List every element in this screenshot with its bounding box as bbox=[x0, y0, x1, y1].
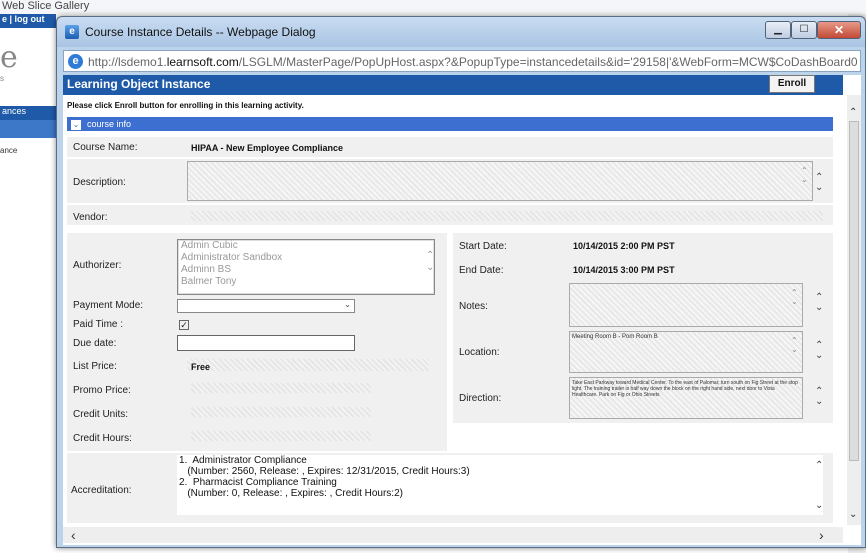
app-logo: e bbox=[0, 40, 18, 75]
paid-time-label: Paid Time : bbox=[73, 319, 124, 330]
direction-scroll[interactable]: ⌃ ⌄ bbox=[815, 387, 825, 407]
notes-spin: ⌃ ⌄ bbox=[791, 288, 798, 306]
authorizer-scroll-icon[interactable]: ⌃ ⌄ bbox=[423, 250, 434, 274]
list-price-value: Free bbox=[191, 362, 211, 372]
course-name-label: Course Name: bbox=[73, 142, 138, 153]
section-course-info[interactable]: ⌄ course info bbox=[67, 117, 833, 131]
ie-page-icon: e bbox=[65, 25, 79, 39]
list-price-bg bbox=[187, 359, 429, 371]
dialog-titlebar[interactable]: e Course Instance Details -- Webpage Dia… bbox=[57, 17, 865, 47]
scroll-right-icon[interactable]: › bbox=[819, 527, 824, 543]
authorizer-item[interactable]: Administrator Sandbox bbox=[178, 252, 434, 264]
enroll-notice: Please click Enroll button for enrolling… bbox=[67, 101, 304, 110]
due-date-label: Due date: bbox=[73, 338, 117, 349]
description-scroll[interactable]: ⌃ ⌄ bbox=[815, 173, 825, 193]
promo-price-label: Promo Price: bbox=[73, 385, 131, 396]
accreditation-line: (Number: 2560, Release: , Expires: 12/31… bbox=[179, 466, 470, 477]
dialog-title: Course Instance Details -- Webpage Dialo… bbox=[85, 25, 316, 39]
accreditation-list: 1. Administrator Compliance (Number: 256… bbox=[177, 455, 823, 515]
credit-hours-label: Credit Hours: bbox=[73, 433, 132, 444]
direction-field[interactable]: Take East Parkway toward Medical Center.… bbox=[569, 377, 803, 419]
row-course-name bbox=[67, 137, 833, 157]
end-date-value: 10/14/2015 3:00 PM PST bbox=[573, 265, 675, 275]
accreditation-line: 1. Administrator Compliance bbox=[179, 455, 307, 466]
location-value: Meeting Room B - Pom Room B bbox=[572, 334, 658, 340]
description-spin: ⌃ ⌄ bbox=[801, 166, 808, 184]
web-slice-gallery-label[interactable]: Web Slice Gallery bbox=[2, 0, 89, 12]
end-date-label: End Date: bbox=[459, 265, 504, 276]
notes-label: Notes: bbox=[459, 301, 488, 312]
location-scroll[interactable]: ⌃ ⌄ bbox=[815, 341, 825, 361]
ie-icon: e bbox=[68, 54, 83, 69]
background-app-sidebar bbox=[0, 14, 56, 553]
dialog-vertical-scrollbar[interactable]: ⌃ ⌄ bbox=[847, 95, 861, 525]
accreditation-label: Accreditation: bbox=[71, 485, 132, 496]
scroll-left-icon[interactable]: ‹ bbox=[71, 527, 76, 543]
webpage-dialog: e Course Instance Details -- Webpage Dia… bbox=[56, 16, 866, 548]
direction-label: Direction: bbox=[459, 393, 502, 404]
list-price-label: List Price: bbox=[73, 361, 117, 372]
logout-link[interactable]: e | log out bbox=[0, 14, 56, 28]
payment-mode-select[interactable]: ⌄ bbox=[177, 299, 355, 313]
sidebar-item-instance[interactable]: ance bbox=[0, 146, 17, 155]
scroll-down-icon[interactable]: ⌄ bbox=[849, 509, 857, 520]
page-title: Learning Object Instance bbox=[67, 77, 211, 91]
location-field[interactable]: Meeting Room B - Pom Room B ⌃ ⌄ bbox=[569, 331, 803, 373]
description-field[interactable]: ⌃ ⌄ bbox=[187, 161, 813, 201]
credit-units-value bbox=[191, 407, 371, 417]
due-date-input[interactable] bbox=[177, 335, 355, 351]
chevron-down-icon: ⌄ bbox=[344, 300, 351, 309]
description-label: Description: bbox=[73, 177, 126, 188]
accreditation-line: 2. Pharmacist Compliance Training bbox=[179, 477, 337, 488]
scroll-up-icon[interactable]: ⌃ bbox=[849, 107, 857, 118]
start-date-label: Start Date: bbox=[459, 241, 507, 252]
notes-field[interactable]: ⌃ ⌄ bbox=[569, 283, 803, 327]
location-label: Location: bbox=[459, 347, 500, 358]
dialog-horizontal-scrollbar[interactable]: ‹ › bbox=[63, 527, 843, 543]
maximize-button[interactable]: ☐ bbox=[791, 21, 817, 39]
credit-units-label: Credit Units: bbox=[73, 409, 129, 420]
payment-mode-label: Payment Mode: bbox=[73, 300, 144, 311]
location-spin: ⌃ ⌄ bbox=[791, 336, 798, 354]
enroll-button[interactable]: Enroll bbox=[769, 75, 815, 93]
authorizer-item[interactable]: Admin Cubic bbox=[178, 240, 434, 252]
url-prefix: http://lsdemo1. bbox=[88, 55, 167, 69]
section-title: course info bbox=[87, 119, 132, 129]
notes-scroll[interactable]: ⌃ ⌄ bbox=[815, 293, 825, 313]
paid-time-checkbox[interactable]: ✓ bbox=[179, 320, 189, 330]
url-text: http://lsdemo1.learnsoft.com/LSGLM/Maste… bbox=[88, 55, 858, 69]
promo-price-value bbox=[191, 383, 371, 393]
vendor-value bbox=[191, 211, 823, 221]
accreditation-scroll[interactable]: ⌃ ⌄ bbox=[815, 461, 825, 511]
accreditation-line: (Number: 0, Release: , Expires: , Credit… bbox=[179, 488, 403, 499]
app-logo-sub: s bbox=[0, 74, 4, 83]
sidebar-active-bar bbox=[0, 120, 56, 138]
background-toolbar: Web Slice Gallery bbox=[0, 0, 866, 14]
authorizer-list[interactable]: Admin Cubic Administrator Sandbox Adminn… bbox=[177, 239, 435, 295]
collapse-chevron-icon[interactable]: ⌄ bbox=[71, 119, 81, 130]
close-button[interactable]: ✕ bbox=[817, 21, 861, 39]
start-date-value: 10/14/2015 2:00 PM PST bbox=[573, 241, 675, 251]
page-header: Learning Object Instance bbox=[63, 75, 843, 95]
dialog-content: Learning Object Instance Enroll Please c… bbox=[63, 75, 861, 545]
authorizer-item[interactable]: Adminn BS bbox=[178, 264, 434, 276]
credit-hours-value bbox=[191, 431, 371, 441]
url-domain: learnsoft.com bbox=[166, 55, 239, 69]
authorizer-item[interactable]: Balmer Tony bbox=[178, 276, 434, 288]
vendor-label: Vendor: bbox=[73, 212, 108, 223]
address-bar[interactable]: e http://lsdemo1.learnsoft.com/LSGLM/Mas… bbox=[63, 50, 861, 72]
direction-value: Take East Parkway toward Medical Center.… bbox=[572, 380, 798, 398]
minimize-button[interactable]: ▁ bbox=[765, 21, 791, 39]
sidebar-item-instances[interactable]: ances bbox=[0, 106, 56, 120]
url-path: /LSGLM/MasterPage/PopUpHost.aspx?&PopupT… bbox=[238, 55, 858, 69]
course-name-value: HIPAA - New Employee Compliance bbox=[191, 143, 344, 153]
authorizer-label: Authorizer: bbox=[73, 260, 122, 271]
scroll-thumb[interactable] bbox=[849, 121, 859, 461]
